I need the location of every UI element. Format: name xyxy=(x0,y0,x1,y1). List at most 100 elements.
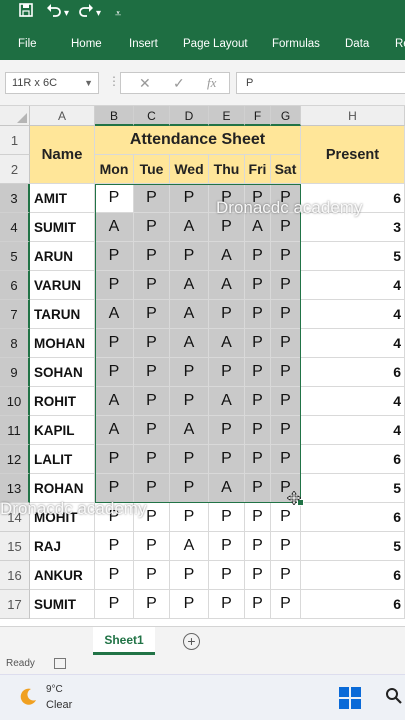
attendance-cell[interactable]: P xyxy=(95,242,134,271)
attendance-cell[interactable]: P xyxy=(95,184,134,213)
attendance-cell[interactable]: A xyxy=(209,271,245,300)
row-header-14[interactable]: 14 xyxy=(0,503,30,532)
attendance-cell[interactable]: A xyxy=(245,213,271,242)
attendance-cell[interactable]: P xyxy=(170,445,209,474)
attendance-cell[interactable]: A xyxy=(209,242,245,271)
search-icon[interactable] xyxy=(385,687,405,709)
row-header-11[interactable]: 11 xyxy=(0,416,30,445)
attendance-cell[interactable]: A xyxy=(95,416,134,445)
attendance-cell[interactable]: P xyxy=(245,184,271,213)
attendance-cell[interactable]: P xyxy=(209,503,245,532)
attendance-cell[interactable]: P xyxy=(271,213,301,242)
attendance-cell[interactable]: P xyxy=(134,271,170,300)
row-header-7[interactable]: 7 xyxy=(0,300,30,329)
attendance-cell[interactable]: P xyxy=(134,213,170,242)
attendance-cell[interactable]: P xyxy=(134,590,170,619)
column-header-h[interactable]: H xyxy=(301,106,405,126)
redo-icon[interactable] xyxy=(78,2,94,26)
name-cell[interactable]: ROHAN xyxy=(30,474,95,503)
attendance-cell[interactable]: A xyxy=(209,329,245,358)
redo-dropdown-icon[interactable]: ▾ xyxy=(96,2,101,26)
attendance-cell[interactable]: A xyxy=(170,532,209,561)
present-count-cell[interactable]: 4 xyxy=(301,271,405,300)
attendance-cell[interactable]: P xyxy=(134,445,170,474)
name-cell[interactable]: RAJ xyxy=(30,532,95,561)
attendance-cell[interactable]: A xyxy=(170,213,209,242)
name-cell[interactable]: SUMIT xyxy=(30,213,95,242)
row-header-13[interactable]: 13 xyxy=(0,474,30,503)
attendance-cell[interactable]: P xyxy=(245,590,271,619)
row-header-16[interactable]: 16 xyxy=(0,561,30,590)
attendance-cell[interactable]: P xyxy=(245,300,271,329)
present-count-cell[interactable]: 5 xyxy=(301,242,405,271)
attendance-cell[interactable]: P xyxy=(271,590,301,619)
column-header-f[interactable]: F xyxy=(245,106,271,126)
sheet-tab-sheet1[interactable]: Sheet1 xyxy=(93,627,155,655)
attendance-cell[interactable]: A xyxy=(170,416,209,445)
attendance-cell[interactable]: A xyxy=(209,387,245,416)
attendance-cell[interactable]: P xyxy=(209,445,245,474)
present-count-cell[interactable]: 6 xyxy=(301,561,405,590)
attendance-cell[interactable]: P xyxy=(95,532,134,561)
day-header-mon[interactable]: Mon xyxy=(95,155,134,184)
attendance-cell[interactable]: P xyxy=(209,561,245,590)
attendance-cell[interactable]: P xyxy=(209,590,245,619)
windows-start-icon[interactable] xyxy=(339,687,361,709)
present-header[interactable]: Present xyxy=(301,126,405,184)
attendance-cell[interactable]: P xyxy=(271,358,301,387)
select-all-button[interactable] xyxy=(0,106,30,126)
attendance-cell[interactable]: P xyxy=(95,358,134,387)
tab-home[interactable]: Home xyxy=(71,28,102,60)
row-header-15[interactable]: 15 xyxy=(0,532,30,561)
name-cell[interactable]: ARUN xyxy=(30,242,95,271)
column-header-c[interactable]: C xyxy=(134,106,170,126)
day-header-tue[interactable]: Tue xyxy=(134,155,170,184)
attendance-cell[interactable]: A xyxy=(95,300,134,329)
name-cell[interactable]: AMIT xyxy=(30,184,95,213)
attendance-cell[interactable]: P xyxy=(134,329,170,358)
attendance-cell[interactable]: P xyxy=(170,184,209,213)
column-header-a[interactable]: A xyxy=(30,106,95,126)
attendance-cell[interactable]: P xyxy=(271,271,301,300)
attendance-cell[interactable]: A xyxy=(209,474,245,503)
chevron-down-icon[interactable]: ▼ xyxy=(84,73,93,93)
attendance-cell[interactable]: P xyxy=(245,561,271,590)
tab-data[interactable]: Data xyxy=(345,28,369,60)
attendance-cell[interactable]: P xyxy=(209,416,245,445)
attendance-cell[interactable]: P xyxy=(245,503,271,532)
name-cell[interactable]: MOHIT xyxy=(30,503,95,532)
attendance-cell[interactable]: P xyxy=(271,184,301,213)
attendance-cell[interactable]: P xyxy=(245,329,271,358)
attendance-cell[interactable]: P xyxy=(95,271,134,300)
attendance-cell[interactable]: P xyxy=(170,503,209,532)
attendance-cell[interactable]: A xyxy=(170,271,209,300)
undo-icon[interactable] xyxy=(46,2,62,26)
attendance-cell[interactable]: P xyxy=(170,387,209,416)
name-box[interactable]: 11R x 6C ▼ xyxy=(5,72,99,94)
tab-file[interactable]: File xyxy=(18,28,37,60)
attendance-cell[interactable]: P xyxy=(271,329,301,358)
attendance-cell[interactable]: A xyxy=(170,300,209,329)
attendance-cell[interactable]: P xyxy=(134,300,170,329)
present-count-cell[interactable]: 6 xyxy=(301,445,405,474)
present-count-cell[interactable]: 6 xyxy=(301,358,405,387)
row-header-2[interactable]: 2 xyxy=(0,155,30,184)
attendance-cell[interactable]: P xyxy=(170,561,209,590)
attendance-cell[interactable]: P xyxy=(271,561,301,590)
attendance-cell[interactable]: P xyxy=(134,387,170,416)
attendance-cell[interactable]: P xyxy=(271,416,301,445)
column-header-e[interactable]: E xyxy=(209,106,245,126)
attendance-cell[interactable]: P xyxy=(271,387,301,416)
attendance-cell[interactable]: P xyxy=(245,358,271,387)
row-header-12[interactable]: 12 xyxy=(0,445,30,474)
attendance-cell[interactable]: P xyxy=(245,387,271,416)
attendance-cell[interactable]: P xyxy=(170,474,209,503)
row-header-17[interactable]: 17 xyxy=(0,590,30,619)
undo-dropdown-icon[interactable]: ▾ xyxy=(64,2,69,26)
name-cell[interactable]: MOHAN xyxy=(30,329,95,358)
present-count-cell[interactable]: 5 xyxy=(301,532,405,561)
present-count-cell[interactable]: 3 xyxy=(301,213,405,242)
attendance-cell[interactable]: P xyxy=(95,561,134,590)
row-header-8[interactable]: 8 xyxy=(0,329,30,358)
name-cell[interactable]: ANKUR xyxy=(30,561,95,590)
